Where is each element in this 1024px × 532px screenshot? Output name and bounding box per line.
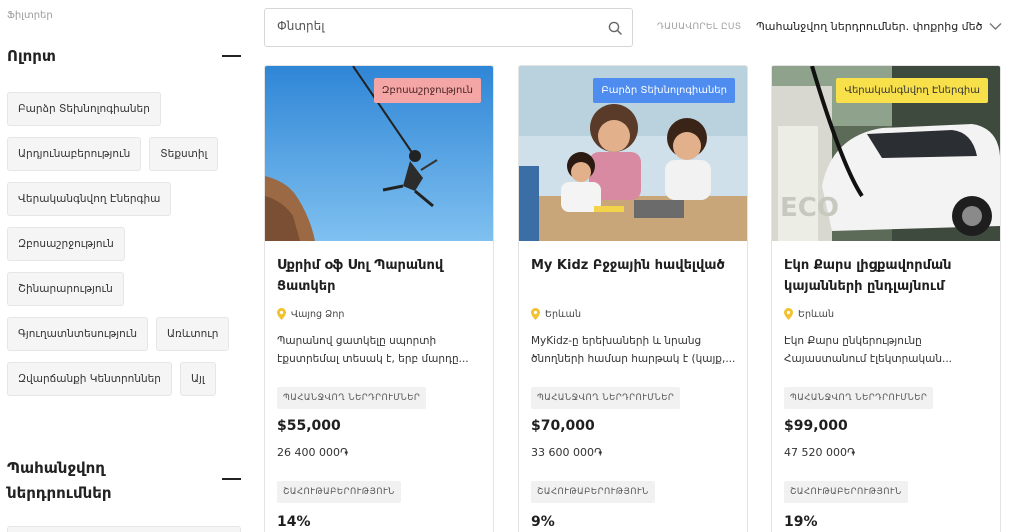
eco-logo-text: ECO [780, 193, 839, 223]
category-badge: Բարձր Տեխնոլոգիաներ [593, 78, 735, 103]
project-card[interactable]: Զբոսաշրջություն Սքրիմ օֆ Սոլ Պարանով Ցատ… [264, 65, 494, 532]
profitability-label: ՇԱՀՈՒԹԱԲԵՐՈՒԹՅՈՒՆ [784, 481, 908, 503]
filters-label: Ֆիլտրեր [7, 10, 53, 21]
profitability-label: ՇԱՀՈՒԹԱԲԵՐՈՒԹՅՈՒՆ [531, 481, 655, 503]
investment-range-field[interactable] [7, 526, 241, 532]
profitability-value: 9% [531, 514, 555, 530]
profitability-value: 19% [784, 514, 818, 530]
category-badge: Վերականգնվող Էներգիա [836, 78, 988, 103]
category-tag-textile[interactable]: Տեքստիլ [149, 137, 219, 171]
project-location: Վայոց Ձոր [277, 308, 344, 320]
location-pin-icon [277, 308, 286, 320]
location-text: Երևան [545, 308, 581, 320]
location-text: Վայոց Ձոր [291, 308, 345, 320]
investment-label: ՊԱՀԱՆՋՎՈՂ ՆԵՐԴՐՈՒՄՆԵՐ [784, 387, 934, 409]
location-pin-icon [784, 308, 793, 320]
project-location: Երևան [784, 308, 834, 320]
project-image-ev-charging[interactable]: ECO Վերականգնվող Էներգիա [772, 66, 1000, 241]
project-title[interactable]: Էկո Քարս լիցքավորման կայանների ընդլայնու… [784, 255, 989, 297]
search-icon[interactable] [608, 21, 622, 35]
project-card[interactable]: ECO Վերականգնվող Էներգիա Էկո Քարս լիցքավ… [771, 65, 1001, 532]
profitability-value: 14% [277, 514, 311, 530]
collapse-investment-icon[interactable] [222, 478, 241, 480]
category-tag-construction[interactable]: Շինարարություն [7, 272, 124, 306]
sort-label: ԴԱՍԱՎՈՐԵԼ ԸՍՏ [657, 22, 742, 32]
investment-usd: $99,000 [784, 418, 848, 434]
investment-label: ՊԱՀԱՆՋՎՈՂ ՆԵՐԴՐՈՒՄՆԵՐ [277, 387, 427, 409]
category-tags: Բարձր Տեխնոլոգիաներ Արդյունաբերություն Տ… [7, 92, 247, 396]
category-tag-renewable-energy[interactable]: Վերականգնվող Էներգիա [7, 182, 172, 216]
investment-label: ՊԱՀԱՆՋՎՈՂ ՆԵՐԴՐՈՒՄՆԵՐ [531, 387, 681, 409]
investment-usd: $70,000 [531, 418, 595, 434]
category-tag-entertainment[interactable]: Զվարճանքի Կենտրոններ [7, 362, 172, 396]
investment-amd: 26 400 000֏ [277, 446, 349, 459]
investment-amd: 47 520 000֏ [784, 446, 856, 459]
category-section-title[interactable]: Ոլորտ [7, 44, 56, 69]
project-title[interactable]: Սքրիմ օֆ Սոլ Պարանով Ցատկեր [277, 255, 482, 297]
project-description: Պարանով ցատկելը սպորտի էքստրեմալ տեսակ է… [277, 335, 469, 365]
profitability-label: ՇԱՀՈՒԹԱԲԵՐՈՒԹՅՈՒՆ [277, 481, 401, 503]
category-tag-tourism[interactable]: Զբոսաշրջություն [7, 227, 125, 261]
category-badge: Զբոսաշրջություն [373, 78, 481, 103]
project-location: Երևան [531, 308, 581, 320]
category-tag-other[interactable]: Այլ [179, 362, 216, 396]
investment-amd: 33 600 000֏ [531, 446, 603, 459]
search-box[interactable] [264, 8, 633, 47]
investment-usd: $55,000 [277, 418, 341, 434]
location-pin-icon [531, 308, 540, 320]
project-image-kids[interactable]: Բարձր Տեխնոլոգիաներ [519, 66, 747, 241]
sort-select[interactable]: Պահանջվող ներդրումներ. փոքրից մեծ [756, 20, 982, 33]
location-text: Երևան [798, 308, 834, 320]
project-description: MyKidz-ը երեխաների և նրանց ծնողների համա… [531, 335, 736, 365]
category-tag-high-tech[interactable]: Բարձր Տեխնոլոգիաներ [7, 92, 161, 126]
chevron-down-icon[interactable] [989, 22, 1002, 31]
category-tag-trade[interactable]: Առևտուր [155, 317, 230, 351]
project-image-bungee[interactable]: Զբոսաշրջություն [265, 66, 493, 241]
investment-section-title[interactable]: Պահանջվող ներդրումներ [7, 456, 147, 506]
search-input[interactable] [277, 19, 577, 33]
category-tag-agriculture[interactable]: Գյուղատնտեսություն [7, 317, 148, 351]
category-tag-industry[interactable]: Արդյունաբերություն [7, 137, 142, 171]
project-card[interactable]: Բարձր Տեխնոլոգիաներ My Kidz Բջջային հավե… [518, 65, 748, 532]
project-description: Էկո Քարս ընկերությունը Հայաստանում էլեկտ… [784, 335, 953, 365]
collapse-categories-icon[interactable] [222, 55, 241, 57]
filters-sidebar: Ֆիլտրեր Ոլորտ Բարձր Տեխնոլոգիաներ Արդյու… [0, 0, 250, 532]
project-title[interactable]: My Kidz Բջջային հավելված [531, 255, 736, 276]
